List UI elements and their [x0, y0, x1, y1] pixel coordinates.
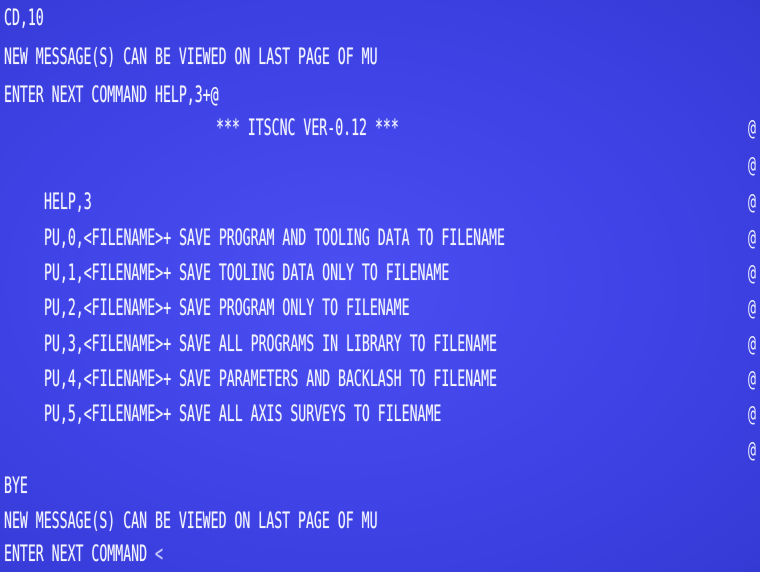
command-prompt[interactable]: ENTER NEXT COMMAND < — [4, 544, 163, 566]
version-banner: *** ITSCNC VER-0.12 *** — [216, 116, 399, 141]
help-item-pu-5: PU,5,<FILENAME>+ SAVE ALL AXIS SURVEYS T… — [44, 402, 442, 427]
terminal-line-new-messages-2: NEW MESSAGE(S) CAN BE VIEWED ON LAST PAG… — [4, 509, 378, 534]
right-marker: @ — [748, 226, 756, 251]
right-marker: @ — [748, 261, 756, 286]
right-marker: @ — [748, 332, 756, 357]
right-marker: @ — [748, 153, 756, 178]
terminal-line-command-echo: CD,10 — [4, 6, 44, 31]
right-marker: @ — [748, 438, 756, 463]
terminal-line-new-messages: NEW MESSAGE(S) CAN BE VIEWED ON LAST PAG… — [4, 45, 378, 70]
right-marker: @ — [748, 402, 756, 427]
terminal-screen[interactable]: CD,10 NEW MESSAGE(S) CAN BE VIEWED ON LA… — [0, 0, 760, 572]
right-marker: @ — [748, 116, 756, 141]
help-item-pu-2: PU,2,<FILENAME>+ SAVE PROGRAM ONLY TO FI… — [44, 296, 410, 321]
terminal-line-bye: BYE — [4, 474, 28, 499]
terminal-line-entered-command: ENTER NEXT COMMAND HELP,3+@ — [4, 83, 219, 108]
help-item-pu-3: PU,3,<FILENAME>+ SAVE ALL PROGRAMS IN LI… — [44, 332, 497, 357]
help-item-pu-0: PU,0,<FILENAME>+ SAVE PROGRAM AND TOOLIN… — [44, 226, 505, 251]
help-item-pu-4: PU,4,<FILENAME>+ SAVE PARAMETERS AND BAC… — [44, 367, 497, 392]
right-marker: @ — [748, 367, 756, 392]
right-marker: @ — [748, 296, 756, 321]
help-heading: HELP,3 — [44, 190, 92, 215]
right-marker: @ — [748, 190, 756, 215]
text-cursor: < — [155, 542, 163, 567]
help-item-pu-1: PU,1,<FILENAME>+ SAVE TOOLING DATA ONLY … — [44, 261, 450, 286]
prompt-label: ENTER NEXT COMMAND — [4, 542, 148, 567]
